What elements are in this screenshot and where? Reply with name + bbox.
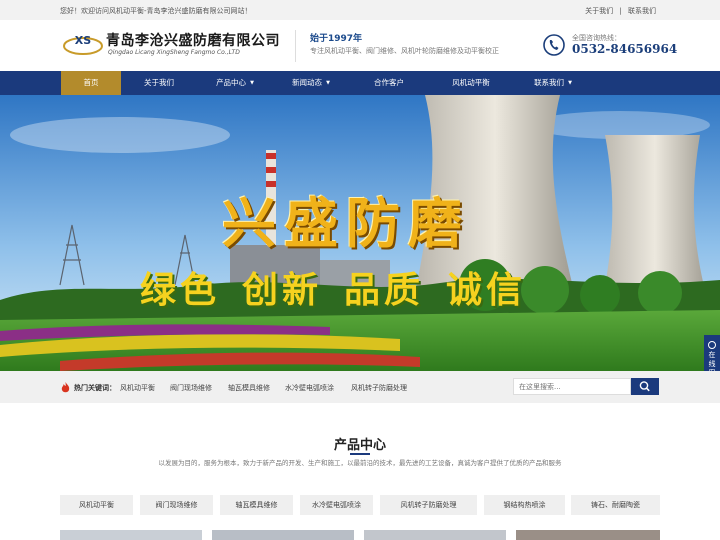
- product-thumbnail[interactable]: [364, 530, 506, 540]
- category-tab[interactable]: 钢结构热喷涂: [484, 495, 565, 515]
- category-tab[interactable]: 阀门现场维修: [140, 495, 213, 515]
- category-tab[interactable]: 铸石、耐磨陶瓷: [571, 495, 660, 515]
- section-description: 以发展为目的，服务为根本，致力于新产品的开发、生产和施工，以最前沿的技术，最先进…: [158, 459, 562, 467]
- hotline: 全国咨询热线： 0532-84656964: [543, 32, 677, 62]
- keyword-link[interactable]: 轴瓦模具维修: [228, 383, 270, 393]
- phone-icon: [543, 34, 565, 56]
- hero-banner[interactable]: 兴盛防磨 绿色创新品质诚信 在 线 客 服: [0, 95, 720, 371]
- nav-item-products[interactable]: 产品中心 ▼: [197, 71, 273, 95]
- logo-mark-icon: XS: [63, 34, 103, 55]
- top-link-separator: |: [619, 7, 622, 15]
- category-tab[interactable]: 轴瓦模具维修: [220, 495, 293, 515]
- banner-value: 创新: [242, 269, 323, 311]
- banner-value: 品质: [344, 269, 425, 311]
- section-underline: [350, 453, 370, 455]
- keyword-label: 热门关键词：: [74, 384, 116, 392]
- welcome-text: 您好！欢迎访问风机动平衡-青岛李沧兴盛防磨有限公司网站！: [60, 7, 252, 15]
- banner-values: 绿色 创新 品质 诚信: [140, 261, 548, 313]
- category-tab[interactable]: 风机转子防磨处理: [380, 495, 477, 515]
- top-link-about[interactable]: 关于我们: [585, 7, 613, 15]
- header-divider: [295, 30, 296, 62]
- company-slogan: 专注风机动平衡、阀门维修、风机叶轮防磨维修及动平衡校正: [310, 47, 499, 55]
- keyword-link[interactable]: 水冷壁电弧喷涂: [285, 383, 334, 393]
- nav-item-contact[interactable]: 联系我们 ▼: [513, 71, 593, 95]
- nav-item-fan-balance[interactable]: 风机动平衡: [429, 71, 513, 95]
- product-thumbnail[interactable]: [516, 530, 660, 540]
- chat-icon: [708, 341, 716, 349]
- category-tab[interactable]: 水冷壁电弧喷涂: [300, 495, 373, 515]
- keyword-link[interactable]: 风机动平衡: [120, 383, 155, 393]
- top-bar: 您好！欢迎访问风机动平衡-青岛李沧兴盛防磨有限公司网站！ 关于我们 | 联系我们: [0, 0, 720, 20]
- nav-item-home[interactable]: 首页: [61, 71, 121, 95]
- section-title: 产品中心: [333, 438, 386, 453]
- keyword-link[interactable]: 风机转子防磨处理: [351, 383, 407, 393]
- chevron-down-icon: ▼: [250, 80, 254, 86]
- search-input[interactable]: [513, 378, 631, 395]
- site-header: XS 青岛李沧兴盛防磨有限公司 Qingdao Licang XingSheng…: [0, 20, 720, 71]
- main-nav: 首页 关于我们 产品中心 ▼ 新闻动态 ▼ 合作客户 风机动平衡 联系我们 ▼: [0, 71, 720, 95]
- product-thumbnail[interactable]: [60, 530, 202, 540]
- search-button[interactable]: [631, 378, 659, 395]
- nav-item-clients[interactable]: 合作客户: [349, 71, 429, 95]
- keyword-link[interactable]: 阀门现场维修: [170, 383, 212, 393]
- banner-value: 诚信: [446, 269, 527, 311]
- nav-item-about[interactable]: 关于我们: [121, 71, 197, 95]
- logo-chinese-name: 青岛李沧兴盛防磨有限公司: [106, 33, 280, 49]
- svg-text:XS: XS: [75, 34, 91, 47]
- hotline-number: 0532-84656964: [572, 42, 678, 56]
- company-logo[interactable]: XS 青岛李沧兴盛防磨有限公司 Qingdao Licang XingSheng…: [62, 28, 282, 64]
- since-year: 始于1997年: [310, 34, 363, 44]
- top-link-contact[interactable]: 联系我们: [628, 7, 656, 15]
- nav-item-news[interactable]: 新闻动态 ▼: [273, 71, 349, 95]
- product-thumbnail[interactable]: [212, 530, 354, 540]
- fire-icon: [61, 382, 70, 393]
- category-tab[interactable]: 风机动平衡: [60, 495, 133, 515]
- banner-title: 兴盛防磨: [222, 191, 470, 255]
- banner-value: 绿色: [140, 269, 221, 311]
- logo-english-name: Qingdao Licang XingSheng Fangmo Co.,LTD: [108, 49, 240, 56]
- keyword-bar: 热门关键词： 风机动平衡 阀门现场维修 轴瓦模具维修 水冷壁电弧喷涂 风机转子防…: [0, 371, 720, 403]
- chevron-down-icon: ▼: [326, 80, 330, 86]
- online-service-tab[interactable]: 在 线 客 服: [704, 335, 720, 371]
- top-links: 关于我们 | 联系我们: [583, 6, 658, 16]
- chevron-down-icon: ▼: [568, 80, 572, 86]
- search-icon: [639, 381, 650, 392]
